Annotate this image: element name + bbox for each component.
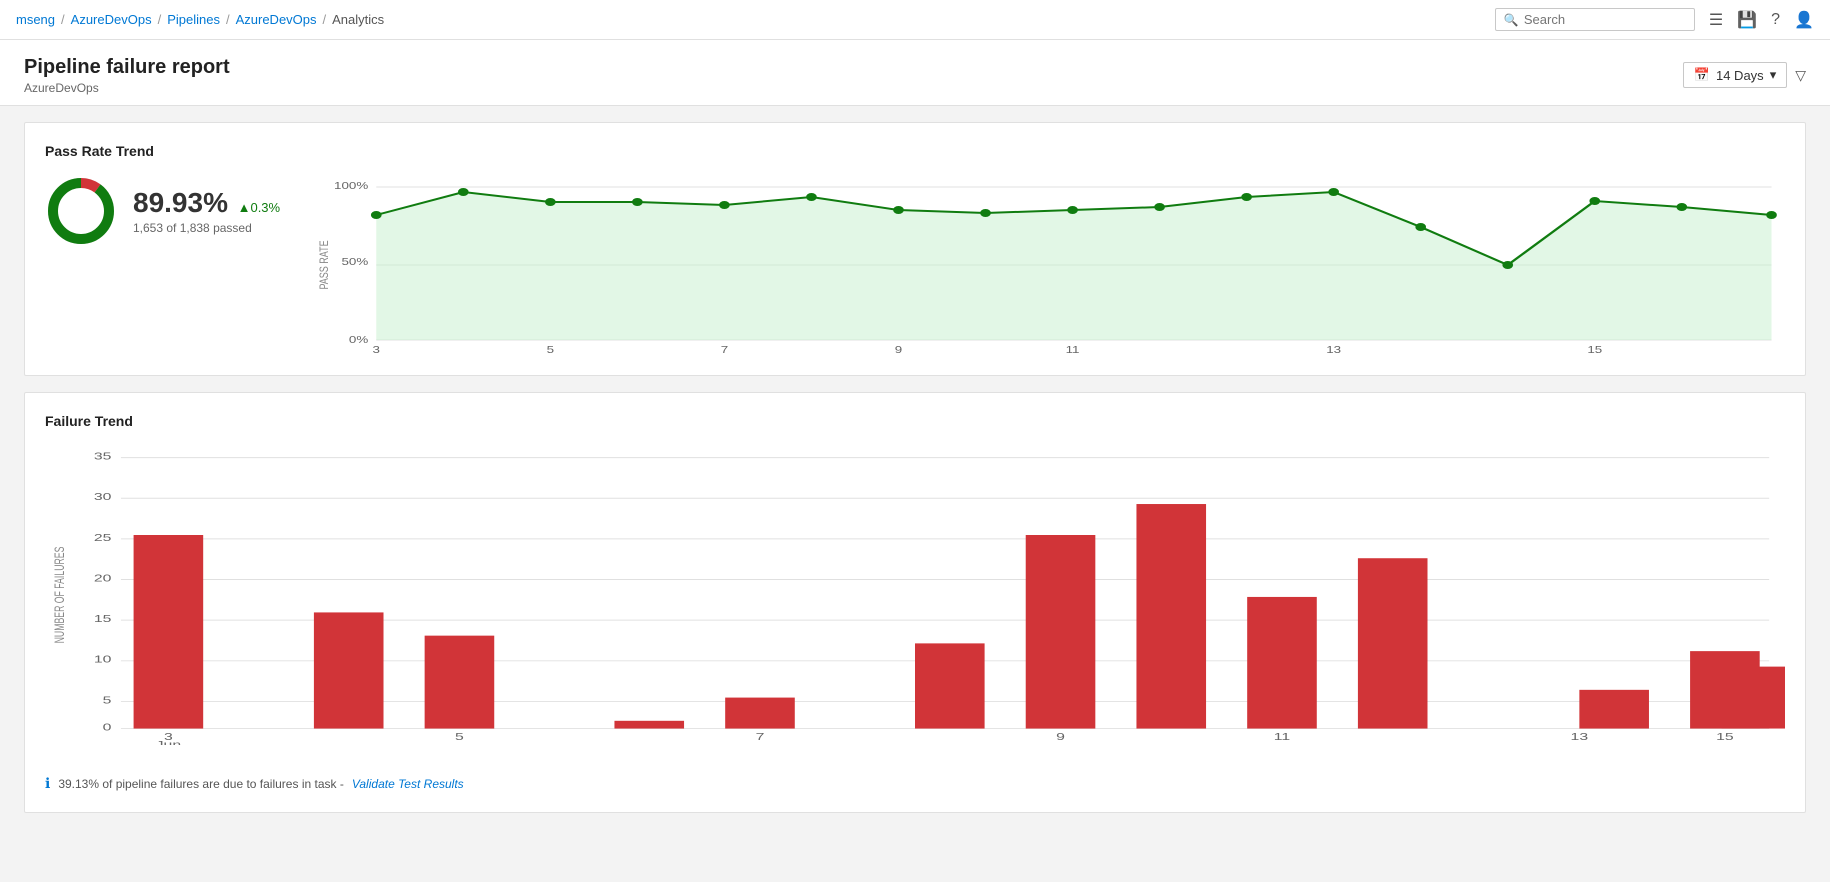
svg-text:15: 15 [94,613,112,624]
page-subtitle: AzureDevOps [24,81,230,95]
svg-text:5: 5 [547,344,555,355]
bar-4 [425,636,495,729]
line-chart: 100% 50% 0% PASS RATE [312,175,1785,355]
bar-15 [1722,667,1785,729]
svg-text:0%: 0% [349,334,369,346]
svg-text:15: 15 [1587,344,1602,355]
breadcrumb-mseng[interactable]: mseng [16,12,55,27]
bar-3 [314,612,384,728]
info-icon: ℹ [45,775,50,792]
help-icon[interactable]: ? [1771,11,1780,29]
save-icon[interactable]: 💾 [1737,10,1757,30]
header-controls: 📅 14 Days ▾ ▽ [1683,62,1806,88]
validate-link[interactable]: Validate Test Results [352,777,464,791]
pass-rate-content: 89.93% ▲0.3% 1,653 of 1,838 passed 100% … [45,175,1785,355]
svg-text:25: 25 [94,532,112,543]
breadcrumb-analytics: Analytics [332,12,384,27]
page-header: Pipeline failure report AzureDevOps 📅 14… [0,40,1830,106]
svg-text:PASS RATE: PASS RATE [318,240,332,289]
failure-trend-card: Failure Trend NUMBER OF FAILURES 35 30 2… [24,392,1806,813]
breadcrumb-azuredevops2[interactable]: AzureDevOps [236,12,317,27]
page-title: Pipeline failure report [24,56,230,79]
svg-text:35: 35 [94,451,112,462]
bar-11 [1358,558,1428,728]
svg-text:50%: 50% [342,256,369,268]
svg-text:20: 20 [94,573,112,584]
svg-text:30: 30 [94,491,112,502]
svg-text:13: 13 [1571,731,1589,742]
svg-text:5: 5 [455,731,464,742]
days-selector[interactable]: 📅 14 Days ▾ [1683,62,1787,88]
pass-delta: ▲0.3% [238,200,281,215]
svg-text:11: 11 [1274,731,1290,742]
list-icon[interactable]: ☰ [1709,10,1723,30]
bar-6 [725,698,795,729]
days-label: 14 Days [1716,68,1764,83]
donut-chart [45,175,117,247]
svg-text:Jun: Jun [366,354,388,355]
bar-10 [1247,597,1317,729]
breadcrumb-azuredevops1[interactable]: AzureDevOps [71,12,152,27]
passed-count: 1,653 of 1,838 passed [133,221,280,235]
filter-icon[interactable]: ▽ [1795,67,1806,84]
bar-13 [1579,690,1649,729]
failure-info-text: 39.13% of pipeline failures are due to f… [58,777,344,791]
breadcrumb-pipelines[interactable]: Pipelines [167,12,220,27]
bar-7 [915,643,985,728]
calendar-icon: 📅 [1694,67,1710,83]
svg-text:9: 9 [895,344,902,355]
svg-text:NUMBER OF FAILURES: NUMBER OF FAILURES [51,547,68,644]
main-content: Pass Rate Trend 89.93% ▲0.3% 1 [0,106,1830,829]
line-chart-area: 100% 50% 0% PASS RATE [312,175,1785,355]
svg-text:10: 10 [94,654,112,665]
svg-text:100%: 100% [334,180,369,192]
svg-text:11: 11 [1066,344,1080,355]
failure-info: ℹ 39.13% of pipeline failures are due to… [45,775,1785,792]
chevron-down-icon: ▾ [1770,67,1777,83]
svg-text:5: 5 [103,695,112,706]
svg-text:13: 13 [1326,344,1341,355]
line-chart-container: 100% 50% 0% PASS RATE [312,175,1785,355]
bar-9 [1136,504,1206,729]
pass-percentage: 89.93% [133,187,228,218]
search-icon: 🔍 [1504,13,1519,27]
breadcrumb: mseng / AzureDevOps / Pipelines / AzureD… [16,12,384,27]
bar-chart-container: NUMBER OF FAILURES 35 30 25 20 15 10 5 0 [45,445,1785,765]
bar-8 [1026,535,1096,729]
nav-icons: 🔍 ☰ 💾 ? 👤 [1495,8,1814,31]
svg-text:15: 15 [1716,731,1734,742]
topnav: mseng / AzureDevOps / Pipelines / AzureD… [0,0,1830,40]
bar-chart: NUMBER OF FAILURES 35 30 25 20 15 10 5 0 [45,445,1785,745]
bar-5 [614,721,684,729]
pass-rate-title: Pass Rate Trend [45,143,1785,159]
svg-text:7: 7 [756,731,765,742]
donut-wrapper: 89.93% ▲0.3% 1,653 of 1,838 passed [45,175,280,247]
search-input[interactable] [1524,12,1686,27]
user-icon[interactable]: 👤 [1794,10,1814,30]
stats-info: 89.93% ▲0.3% 1,653 of 1,838 passed [133,187,280,235]
pass-rate-card: Pass Rate Trend 89.93% ▲0.3% 1 [24,122,1806,376]
svg-text:9: 9 [1056,731,1065,742]
svg-text:7: 7 [721,344,728,355]
failure-trend-title: Failure Trend [45,413,1785,429]
search-box[interactable]: 🔍 [1495,8,1695,31]
svg-text:0: 0 [103,722,112,733]
bar-1 [134,535,204,729]
svg-text:Jun: Jun [156,739,182,745]
